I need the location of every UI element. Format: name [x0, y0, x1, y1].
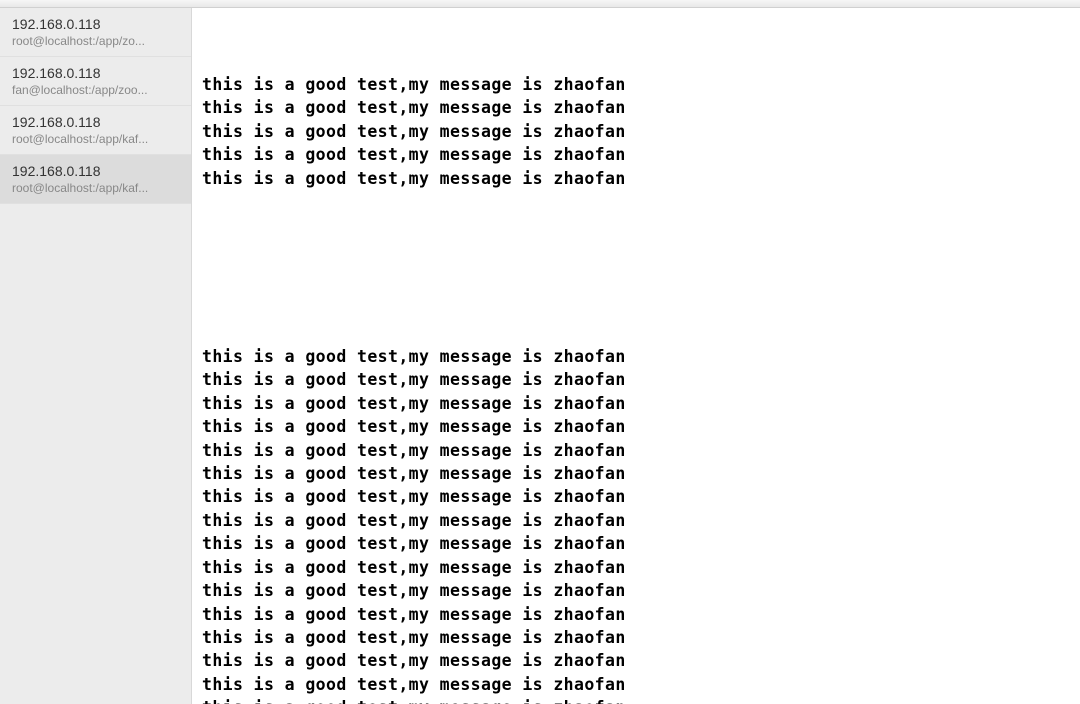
terminal-area[interactable]: this is a good test,my message is zhaofa… [192, 8, 1080, 704]
terminal-line: this is a good test,my message is zhaofa… [202, 556, 1070, 579]
terminal-output-block: this is a good test,my message is zhaofa… [202, 345, 1070, 704]
terminal-line: this is a good test,my message is zhaofa… [202, 392, 1070, 415]
session-path: root@localhost:/app/kaf... [12, 132, 181, 146]
session-host: 192.168.0.118 [12, 65, 181, 81]
terminal-content: this is a good test,my message is zhaofa… [202, 26, 1070, 704]
session-path: fan@localhost:/app/zoo... [12, 83, 181, 97]
terminal-line: this is a good test,my message is zhaofa… [202, 649, 1070, 672]
terminal-line: this is a good test,my message is zhaofa… [202, 532, 1070, 555]
session-host: 192.168.0.118 [12, 114, 181, 130]
sidebar: 192.168.0.118root@localhost:/app/zo...19… [0, 8, 192, 704]
sidebar-item-session[interactable]: 192.168.0.118 root@localhost:/app/kaf... [0, 155, 191, 204]
session-path: root@localhost:/app/kaf... [12, 181, 181, 195]
terminal-line: this is a good test,my message is zhaofa… [202, 368, 1070, 391]
terminal-line: this is a good test,my message is zhaofa… [202, 96, 1070, 119]
terminal-line: this is a good test,my message is zhaofa… [202, 415, 1070, 438]
session-host: 192.168.0.118 [12, 16, 181, 32]
terminal-line: this is a good test,my message is zhaofa… [202, 579, 1070, 602]
session-host: 192.168.0.118 [12, 163, 181, 179]
terminal-line: this is a good test,my message is zhaofa… [202, 462, 1070, 485]
terminal-gap [202, 190, 1070, 345]
terminal-line: this is a good test,my message is zhaofa… [202, 439, 1070, 462]
main-container: 192.168.0.118root@localhost:/app/zo...19… [0, 8, 1080, 704]
sidebar-item-session[interactable]: 192.168.0.118 root@localhost:/app/zo... [0, 8, 191, 57]
terminal-line: this is a good test,my message is zhaofa… [202, 509, 1070, 532]
sidebar-item-session[interactable]: 192.168.0.118 fan@localhost:/app/zoo... [0, 57, 191, 106]
terminal-line: this is a good test,my message is zhaofa… [202, 120, 1070, 143]
sidebar-item-session[interactable]: 192.168.0.118 root@localhost:/app/kaf... [0, 106, 191, 155]
terminal-line: this is a good test,my message is zhaofa… [202, 626, 1070, 649]
terminal-line: this is a good test,my message is zhaofa… [202, 73, 1070, 96]
titlebar [0, 0, 1080, 8]
terminal-line: this is a good test,my message is zhaofa… [202, 696, 1070, 704]
terminal-line: this is a good test,my message is zhaofa… [202, 143, 1070, 166]
terminal-line: this is a good test,my message is zhaofa… [202, 603, 1070, 626]
terminal-output-block: this is a good test,my message is zhaofa… [202, 73, 1070, 190]
terminal-line: this is a good test,my message is zhaofa… [202, 167, 1070, 190]
terminal-line: this is a good test,my message is zhaofa… [202, 345, 1070, 368]
terminal-line: this is a good test,my message is zhaofa… [202, 673, 1070, 696]
terminal-line: this is a good test,my message is zhaofa… [202, 485, 1070, 508]
session-path: root@localhost:/app/zo... [12, 34, 181, 48]
